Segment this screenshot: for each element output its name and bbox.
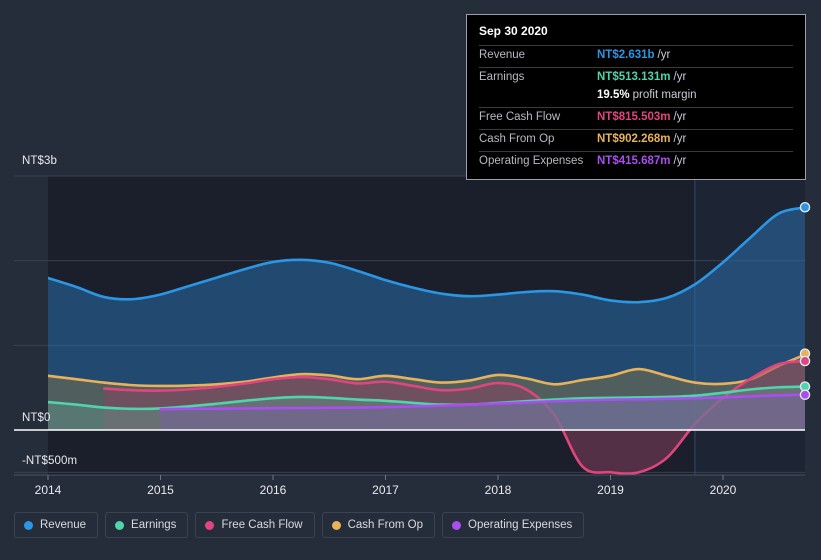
x-axis-label: 2015 — [147, 483, 174, 497]
legend-item-revenue[interactable]: Revenue — [14, 512, 99, 538]
tooltip-row: Operating Expenses NT$415.687m/yr — [479, 151, 793, 173]
x-axis-label: 2019 — [597, 483, 624, 497]
y-axis-label: NT$3b — [22, 155, 58, 167]
chart-legend[interactable]: Revenue Earnings Free Cash Flow Cash From O… — [14, 512, 585, 538]
legend-color-dot-icon — [24, 520, 33, 530]
tooltip-row-value: NT$415.687m — [597, 155, 671, 167]
legend-item-earnings[interactable]: Earnings — [105, 512, 189, 538]
legend-item-label: Operating Expenses — [468, 519, 573, 531]
tooltip-row-value-group: NT$513.131m/yr — [597, 71, 686, 83]
tooltip-row-suffix: profit margin — [632, 89, 697, 101]
legend-item-label: Cash From Op — [347, 519, 424, 531]
tooltip-rows: Revenue NT$2.631b/yr Earnings NT$513.131m/y… — [479, 45, 793, 173]
tooltip-row-value-group: NT$815.503m/yr — [597, 111, 686, 123]
tooltip-row-value-group: NT$415.687m/yr — [597, 155, 686, 167]
legend-item-cash-from-op[interactable]: Cash From Op — [321, 512, 436, 538]
tooltip-row-suffix: /yr — [673, 111, 687, 123]
x-axis-label: 2018 — [484, 483, 512, 497]
legend-item-label: Free Cash Flow — [221, 519, 303, 531]
tooltip-row-label: Operating Expenses — [479, 155, 584, 167]
tooltip-row: Earnings NT$513.131m/yr — [479, 67, 793, 89]
tooltip-row-suffix: /yr — [657, 49, 671, 61]
tooltip-row-value-group: NT$2.631b/yr — [597, 49, 670, 61]
tooltip-row-value: 19.5% — [597, 89, 630, 101]
legend-item-free-cash-flow[interactable]: Free Cash Flow — [195, 512, 315, 538]
x-axis-label: 2017 — [372, 483, 399, 497]
tooltip-row: Cash From Op NT$902.268m/yr — [479, 129, 793, 151]
legend-color-dot-icon — [205, 520, 215, 530]
tooltip-row: Revenue NT$2.631b/yr — [479, 45, 793, 67]
tooltip-row: Free Cash Flow NT$815.503m/yr — [479, 107, 793, 129]
tooltip-row-suffix: /yr — [673, 155, 687, 167]
tooltip-row-value-group: NT$902.268m/yr — [597, 133, 686, 145]
legend-color-dot-icon — [331, 520, 341, 530]
tooltip-row-value: NT$902.268m — [597, 133, 671, 145]
financial-area-chart: NT$3b NT$0 -NT$500m 2014 2015 2016 2017 2018 20… — [0, 0, 821, 560]
legend-color-dot-icon — [452, 520, 462, 530]
legend-item-label: Revenue — [40, 519, 87, 531]
legend-color-dot-icon — [115, 520, 125, 530]
tooltip-row-label: Cash From Op — [479, 133, 555, 145]
tooltip-row-label: Earnings — [479, 71, 525, 83]
y-axis-label: NT$0 — [22, 412, 51, 424]
tooltip-date: Sep 30 2020 — [479, 24, 548, 38]
x-axis-label: 2016 — [259, 483, 287, 497]
x-axis-label: 2014 — [34, 483, 62, 497]
data-tooltip: Sep 30 2020 Revenue NT$2.631b/yr Earnings N… — [466, 14, 806, 180]
legend-item-operating-expenses[interactable]: Operating Expenses — [442, 512, 585, 538]
tooltip-row-label: Free Cash Flow — [479, 111, 561, 123]
tooltip-row-label: Revenue — [479, 49, 526, 61]
tooltip-row-value: NT$2.631b — [597, 49, 655, 61]
tooltip-row-suffix: /yr — [673, 133, 687, 145]
tooltip-row-suffix: /yr — [673, 71, 687, 83]
x-axis-label: 2020 — [709, 483, 737, 497]
legend-item-label: Earnings — [131, 519, 177, 531]
tooltip-row-value: NT$815.503m — [597, 111, 671, 123]
tooltip-row-value: NT$513.131m — [597, 71, 671, 83]
tooltip-row-value-group: 19.5% profit margin — [597, 89, 697, 101]
y-axis-label: -NT$500m — [22, 455, 78, 467]
tooltip-row: 19.5% profit margin — [479, 89, 793, 107]
